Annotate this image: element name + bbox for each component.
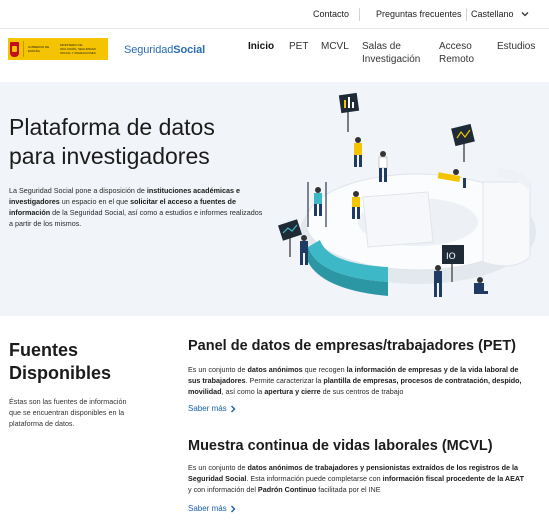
- coat-of-arms-icon: [10, 41, 19, 57]
- hero-banner: Plataforma de datos para investigadores …: [0, 82, 549, 316]
- hero-title-line: Plataforma de datos: [9, 114, 215, 140]
- chevron-down-icon: [521, 12, 528, 17]
- mcvl-saber-mas-link[interactable]: Saber más: [188, 504, 236, 513]
- divider: [466, 8, 467, 21]
- svg-text:IO: IO: [446, 252, 456, 262]
- brand-light: Seguridad: [124, 44, 174, 56]
- mcvl-title: Muestra continua de vidas laborales (MCV…: [188, 438, 493, 454]
- nav-label: Estudios: [497, 41, 536, 52]
- nav-salas-investigacion[interactable]: Salas de Investigación: [362, 40, 420, 66]
- text: Es un conjunto de: [188, 463, 248, 472]
- main-header: GOBIERNO DE ESPAÑA MINISTERIO DE INCLUSI…: [0, 30, 549, 80]
- language-label: Castellano: [471, 9, 514, 19]
- text: La Seguridad Social pone a disposición d…: [9, 186, 147, 195]
- nav-acceso-remoto[interactable]: Acceso Remoto: [439, 40, 474, 66]
- pet-saber-mas-link[interactable]: Saber más: [188, 404, 236, 413]
- line-sign-icon: [278, 219, 302, 257]
- text: . Permite caracterizar la: [245, 376, 324, 385]
- text: de sus centros de trabajo: [320, 387, 404, 396]
- language-selector[interactable]: Castellano: [471, 9, 530, 19]
- nav-label: Remoto: [439, 54, 475, 65]
- divider: [359, 8, 360, 21]
- ministry-logo-text: MINISTERIO DE INCLUSIÓN, SEGURIDAD SOCIA…: [60, 43, 96, 55]
- text: . Esta información puede completarse con: [246, 474, 383, 483]
- person-figure: [354, 137, 362, 167]
- nav-estudios[interactable]: Estudios: [497, 40, 535, 53]
- nav-pet[interactable]: PET: [289, 40, 308, 53]
- brand-bold: Social: [173, 44, 206, 56]
- hero-title: Plataforma de datos para investigadores: [9, 113, 269, 171]
- link-label: Saber más: [188, 504, 227, 513]
- chevron-right-icon: [230, 505, 236, 512]
- nav-label: PET: [289, 41, 309, 52]
- chevron-right-icon: [230, 405, 236, 412]
- person-figure: [474, 277, 488, 294]
- faq-link[interactable]: Preguntas frecuentes: [376, 9, 462, 19]
- nav-label: Inicio: [248, 41, 275, 52]
- nav-inicio[interactable]: Inicio: [248, 40, 274, 53]
- text: Es un conjunto de: [188, 365, 248, 374]
- pet-description: Es un conjunto de datos anónimos que rec…: [188, 364, 528, 397]
- nav-label: Salas de: [362, 41, 401, 52]
- hero-title-line: para investigadores: [9, 143, 210, 169]
- text: y con información del: [188, 485, 258, 494]
- gov-logo-text: GOBIERNO DE ESPAÑA: [28, 45, 50, 53]
- text-bold: apertura y cierre: [264, 387, 321, 396]
- pet-title: Panel de datos de empresas/trabajadores …: [188, 338, 516, 354]
- fuentes-title-line: Fuentes: [9, 340, 79, 360]
- text: facilitada por el INE: [316, 485, 381, 494]
- seguridad-social-logo[interactable]: SeguridadSocial: [124, 44, 205, 56]
- text-bold: información fiscal procedente de la AEAT: [382, 474, 524, 483]
- nav-label: Acceso: [439, 41, 472, 52]
- hero-description: La Seguridad Social pone a disposición d…: [9, 185, 265, 229]
- fuentes-title: Fuentes Disponibles: [9, 339, 169, 385]
- text-bold: Padrón Continuo: [257, 485, 317, 494]
- text: que recogen: [302, 365, 347, 374]
- nav-mcvl[interactable]: MCVL: [321, 40, 349, 53]
- nav-label: MCVL: [321, 41, 349, 52]
- fuentes-description: Éstas son las fuentes de información que…: [9, 397, 127, 428]
- link-label: Saber más: [188, 404, 227, 413]
- utility-bar: Contacto Preguntas frecuentes Castellano: [0, 0, 549, 29]
- fuentes-title-line: Disponibles: [9, 363, 112, 383]
- text: , así como la: [221, 387, 265, 396]
- nav-label: Investigación: [362, 54, 421, 65]
- mcvl-description: Es un conjunto de datos anónimos de trab…: [188, 462, 528, 495]
- data-platform-illustration: IO: [278, 92, 536, 297]
- contacto-link[interactable]: Contacto: [313, 9, 349, 19]
- text-bold: datos anónimos: [247, 365, 303, 374]
- chart-sign-icon: [338, 92, 360, 132]
- logo-divider: [23, 41, 24, 57]
- trend-sign-icon: [451, 123, 475, 162]
- gobierno-logo[interactable]: GOBIERNO DE ESPAÑA MINISTERIO DE INCLUSI…: [8, 38, 108, 60]
- text: un espacio en el que: [59, 197, 131, 206]
